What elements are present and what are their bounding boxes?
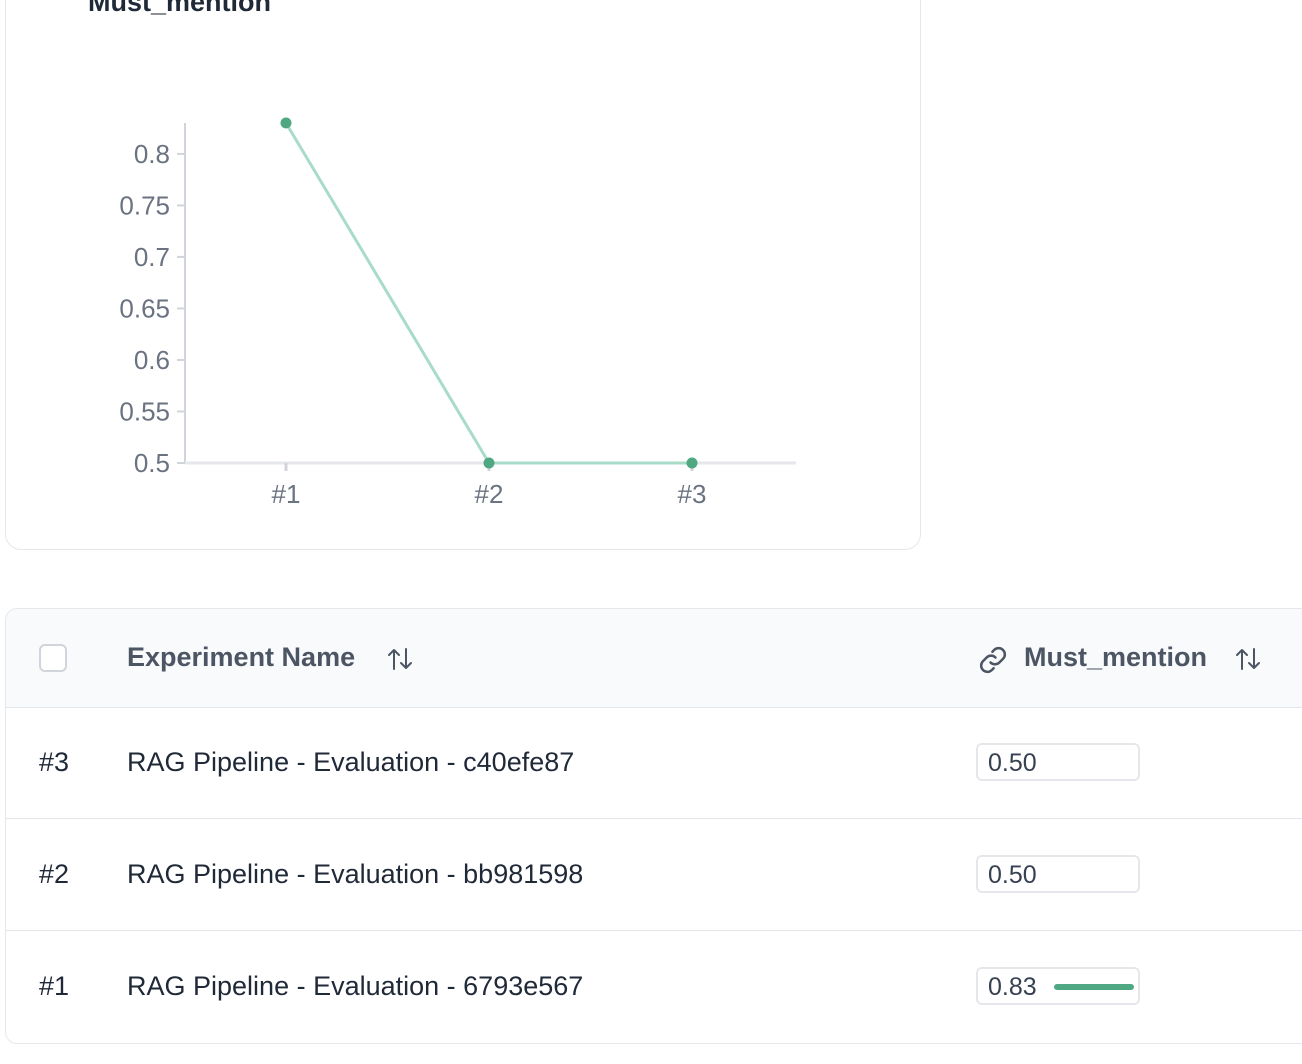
row-id: #3 — [39, 747, 70, 777]
score-bar — [1054, 984, 1134, 990]
series-line — [284, 122, 692, 465]
y-tick-label: 0.8 — [134, 139, 170, 169]
y-tick-label: 0.5 — [134, 448, 170, 478]
y-tick-label: 0.7 — [134, 242, 170, 272]
experiment-name[interactable]: RAG Pipeline - Evaluation - 6793e567 — [127, 971, 583, 1002]
y-tick-label: 0.6 — [134, 345, 170, 375]
row-id: #1 — [39, 971, 70, 1001]
score-cell: 0.83 — [976, 967, 1140, 1005]
score-cell: 0.50 — [976, 855, 1140, 893]
must-mention-chart-card: Must_mention 0.5 0.55 0.6 0.65 0.7 0.75 0.8 #1 #… — [5, 0, 921, 550]
y-tick-label: 0.75 — [119, 190, 170, 220]
row-id: #2 — [39, 859, 70, 889]
sort-icon[interactable] — [1234, 645, 1262, 673]
x-tick-label: #3 — [678, 479, 707, 509]
data-point — [686, 457, 698, 469]
experiment-name[interactable]: RAG Pipeline - Evaluation - c40efe87 — [127, 747, 574, 778]
score-value: 0.50 — [988, 749, 1037, 777]
score-value: 0.83 — [988, 973, 1037, 1001]
x-tick-label: #1 — [272, 479, 301, 509]
sort-icon[interactable] — [386, 645, 414, 673]
y-tick-label: 0.65 — [119, 293, 170, 323]
table-row[interactable]: #2 RAG Pipeline - Evaluation - bb981598 … — [6, 819, 1302, 931]
select-all-checkbox[interactable] — [39, 644, 67, 672]
score-cell: 0.50 — [976, 743, 1140, 781]
table-row[interactable]: #3 RAG Pipeline - Evaluation - c40efe87 … — [6, 707, 1302, 819]
must-mention-line-chart: 0.5 0.55 0.6 0.65 0.7 0.75 0.8 #1 #2 #3 — [119, 117, 796, 509]
data-point — [483, 457, 495, 469]
experiment-name[interactable]: RAG Pipeline - Evaluation - bb981598 — [127, 859, 583, 890]
column-header-experiment-name[interactable]: Experiment Name — [127, 642, 355, 673]
link-icon — [979, 646, 1007, 674]
y-tick-label: 0.55 — [119, 396, 170, 426]
data-point — [280, 117, 292, 129]
x-tick-label: #2 — [475, 479, 504, 509]
table-row[interactable]: #1 RAG Pipeline - Evaluation - 6793e567 … — [6, 931, 1302, 1043]
column-header-must-mention[interactable]: Must_mention — [1024, 642, 1207, 673]
experiments-table: Experiment Name Must_mention #3 RAG Pipe… — [5, 608, 1302, 1044]
table-header: Experiment Name Must_mention — [6, 609, 1302, 708]
score-value: 0.50 — [988, 861, 1037, 889]
